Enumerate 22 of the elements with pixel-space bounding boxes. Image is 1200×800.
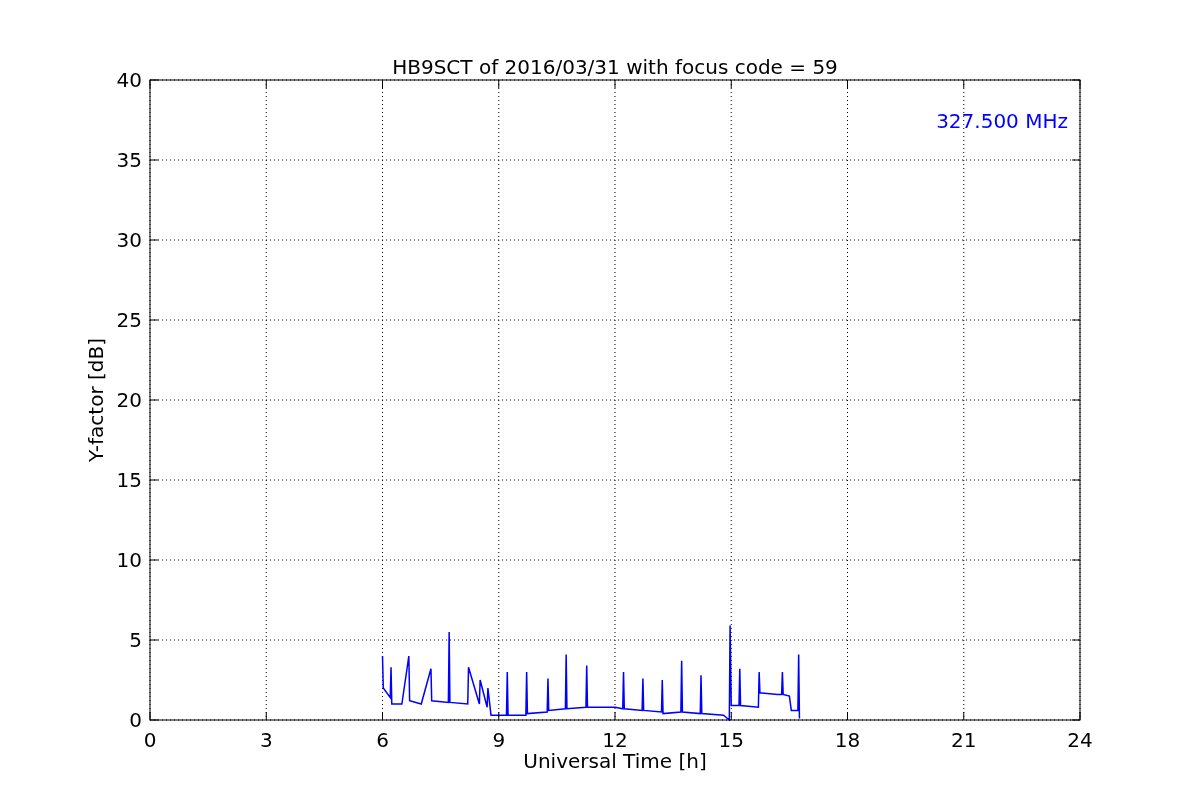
x-tick-label: 24 — [1067, 728, 1093, 752]
frequency-annotation: 327.500 MHz — [936, 109, 1068, 133]
y-tick-label: 20 — [116, 388, 142, 412]
x-tick-label: 6 — [376, 728, 389, 752]
y-axis-label: Y-factor [dB] — [84, 338, 108, 462]
x-tick-label: 15 — [718, 728, 744, 752]
x-tick-label: 21 — [951, 728, 977, 752]
x-tick-label: 18 — [834, 728, 861, 752]
x-tick-label: 0 — [143, 728, 157, 752]
y-tick-label: 30 — [116, 228, 142, 252]
y-tick-label: 10 — [116, 548, 142, 572]
x-tick-label: 3 — [259, 728, 273, 752]
y-tick-label: 15 — [116, 468, 142, 492]
x-tick-label: 12 — [602, 728, 628, 752]
y-tick-label: 25 — [116, 308, 142, 332]
x-tick-label: 9 — [492, 728, 506, 752]
y-tick-label: 35 — [116, 148, 142, 172]
y-tick-label: 40 — [116, 68, 142, 92]
y-tick-label: 5 — [129, 628, 142, 652]
y-tick-label: 0 — [129, 708, 142, 732]
chart-title: HB9SCT of 2016/03/31 with focus code = 59 — [392, 55, 838, 79]
x-axis-label: Universal Time [h] — [523, 749, 707, 773]
